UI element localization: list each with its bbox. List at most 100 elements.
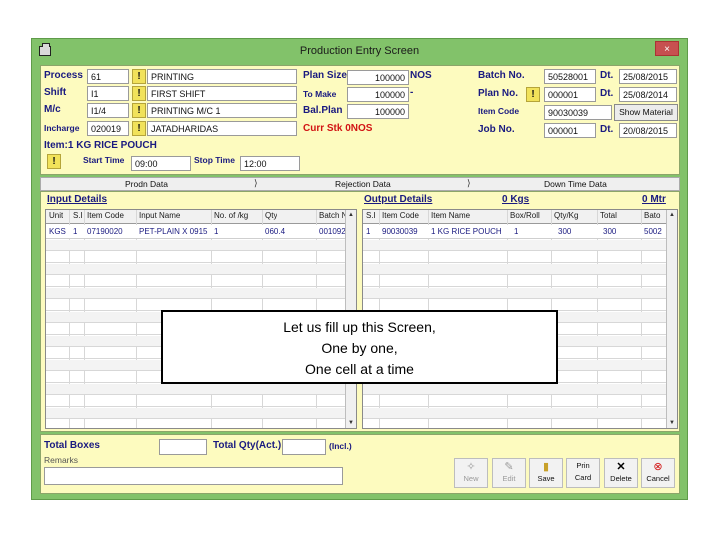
total-qty-field[interactable] — [282, 439, 326, 455]
shift-name-field[interactable]: FIRST SHIFT — [147, 86, 297, 101]
delete-button[interactable]: ✕ Delete — [604, 458, 638, 488]
column-header[interactable]: Input Name — [139, 211, 180, 220]
window-title: Production Entry Screen — [299, 45, 420, 57]
process-code-field[interactable]: 61 — [87, 69, 129, 84]
close-button[interactable]: × — [655, 41, 679, 56]
title-bar[interactable]: Production Entry Screen × — [32, 39, 687, 64]
scroll-up-icon[interactable]: ▲ — [667, 210, 677, 220]
mc-warning-icon[interactable]: ! — [132, 103, 146, 118]
incharge-name-field[interactable]: JATADHARIDAS — [147, 121, 297, 136]
incharge-warning-icon[interactable]: ! — [132, 121, 146, 136]
plan-date-field[interactable]: 25/08/2014 — [619, 87, 677, 102]
empty-row[interactable] — [363, 264, 677, 275]
new-button[interactable]: ✧ New — [454, 458, 488, 488]
cancel-button[interactable]: ⊗ Cancel — [641, 458, 675, 488]
batch-date-field[interactable]: 25/08/2015 — [619, 69, 677, 84]
incl-label: (Incl.) — [329, 441, 352, 451]
table-cell: 1 — [366, 227, 371, 236]
column-header[interactable]: Qty — [265, 211, 277, 220]
table-cell: KGS — [49, 227, 66, 236]
remarks-field[interactable] — [44, 467, 343, 485]
mc-name-field[interactable]: PRINTING M/C 1 — [147, 103, 297, 118]
batch-no-field[interactable]: 50528001 — [544, 69, 596, 84]
total-boxes-label: Total Boxes — [44, 440, 100, 451]
empty-row[interactable] — [363, 276, 677, 287]
stop-time-field[interactable]: 12:00 — [240, 156, 300, 171]
to-make-field[interactable]: 100000 — [347, 87, 409, 102]
scroll-up-icon[interactable]: ▲ — [346, 210, 356, 220]
delete-label: Delete — [610, 474, 632, 483]
table-cell: 1 — [73, 227, 78, 236]
tab-prodn-data[interactable]: Prodn Data — [125, 179, 168, 189]
save-label: Save — [537, 474, 555, 483]
scroll-down-icon[interactable]: ▼ — [346, 418, 356, 428]
empty-row[interactable] — [46, 252, 356, 263]
table-row[interactable]: KGS 1 07190020 PET-PLAIN X 0915 1 060.4 … — [46, 225, 356, 239]
mc-code-field[interactable]: I1/4 — [87, 103, 129, 118]
table-row[interactable]: 1 90030039 1 KG RICE POUCH 1 300 300 500… — [363, 225, 677, 239]
empty-row[interactable] — [363, 240, 677, 251]
plan-warning-icon[interactable]: ! — [526, 87, 540, 102]
table-cell: 1 KG RICE POUCH — [431, 227, 502, 236]
start-time-field[interactable]: 09:00 — [131, 156, 191, 171]
column-header[interactable]: Batch N — [319, 211, 345, 220]
process-warning-icon[interactable]: ! — [132, 69, 146, 84]
process-name-field[interactable]: PRINTING — [147, 69, 297, 84]
column-header[interactable]: Qty/Kg — [554, 211, 578, 220]
output-kgs-total: 0 Kgs — [502, 194, 530, 205]
job-date-field[interactable]: 20/08/2015 — [619, 123, 677, 138]
item-code-field[interactable]: 90030039 — [544, 105, 612, 120]
column-header[interactable]: Total — [600, 211, 617, 220]
tab-separator: ⟩ — [467, 178, 471, 188]
column-header[interactable]: S.I — [366, 211, 376, 220]
plan-no-field[interactable]: 000001 — [544, 87, 596, 102]
empty-row[interactable] — [46, 408, 356, 419]
empty-row[interactable] — [46, 240, 356, 251]
table-cell: 060.4 — [265, 227, 286, 236]
to-make-unit: - — [410, 87, 414, 98]
shift-code-field[interactable]: I1 — [87, 86, 129, 101]
output-grid-scrollbar[interactable]: ▲ ▼ — [666, 210, 677, 428]
total-qty-label: Total Qty(Act.) — [213, 440, 282, 451]
column-header[interactable]: Unit — [49, 211, 63, 220]
edit-button[interactable]: ✎ Edit — [492, 458, 526, 488]
empty-row[interactable] — [46, 288, 356, 299]
tab-rejection-data[interactable]: Rejection Data — [335, 179, 391, 189]
plan-size-field[interactable]: 100000 — [347, 70, 409, 85]
empty-row[interactable] — [363, 408, 677, 419]
column-header[interactable]: Bato — [644, 211, 666, 220]
bal-plan-field[interactable]: 100000 — [347, 104, 409, 119]
empty-row[interactable] — [363, 384, 677, 395]
scroll-down-icon[interactable]: ▼ — [667, 418, 677, 428]
column-header[interactable]: Item Name — [431, 211, 470, 220]
empty-row[interactable] — [363, 252, 677, 263]
plan-no-label: Plan No. — [478, 88, 519, 99]
job-no-field[interactable]: 000001 — [544, 123, 596, 138]
shift-label: Shift — [44, 87, 67, 98]
empty-row[interactable] — [46, 396, 356, 407]
shift-warning-icon[interactable]: ! — [132, 86, 146, 101]
empty-row[interactable] — [46, 276, 356, 287]
total-boxes-field[interactable] — [159, 439, 207, 455]
column-header[interactable]: Box/Roll — [510, 211, 540, 220]
bal-plan-label: Bal.Plan — [303, 105, 343, 116]
column-header[interactable]: No. of /kg — [214, 211, 248, 220]
show-material-button[interactable]: Show Material — [614, 104, 678, 121]
tab-down-time-data[interactable]: Down Time Data — [544, 179, 607, 189]
column-header[interactable]: Item Code — [382, 211, 419, 220]
remarks-label: Remarks — [44, 455, 79, 465]
header-panel: Process 61 ! PRINTING Shift I1 ! FIRST S… — [40, 65, 680, 175]
print-card-button[interactable]: Prin Card — [566, 458, 600, 488]
column-header[interactable]: Item Code — [87, 211, 124, 220]
time-warning-icon[interactable]: ! — [47, 154, 61, 169]
empty-row[interactable] — [363, 288, 677, 299]
empty-row[interactable] — [46, 384, 356, 395]
table-cell: 1 — [214, 227, 219, 236]
save-button[interactable]: ▮ Save — [529, 458, 563, 488]
empty-row[interactable] — [363, 396, 677, 407]
column-header[interactable]: S.I — [73, 211, 83, 220]
incharge-code-field[interactable]: 020019 — [87, 121, 129, 136]
table-cell: 07190020 — [87, 227, 123, 236]
empty-row[interactable] — [46, 264, 356, 275]
table-cell: 001092 — [319, 227, 345, 236]
